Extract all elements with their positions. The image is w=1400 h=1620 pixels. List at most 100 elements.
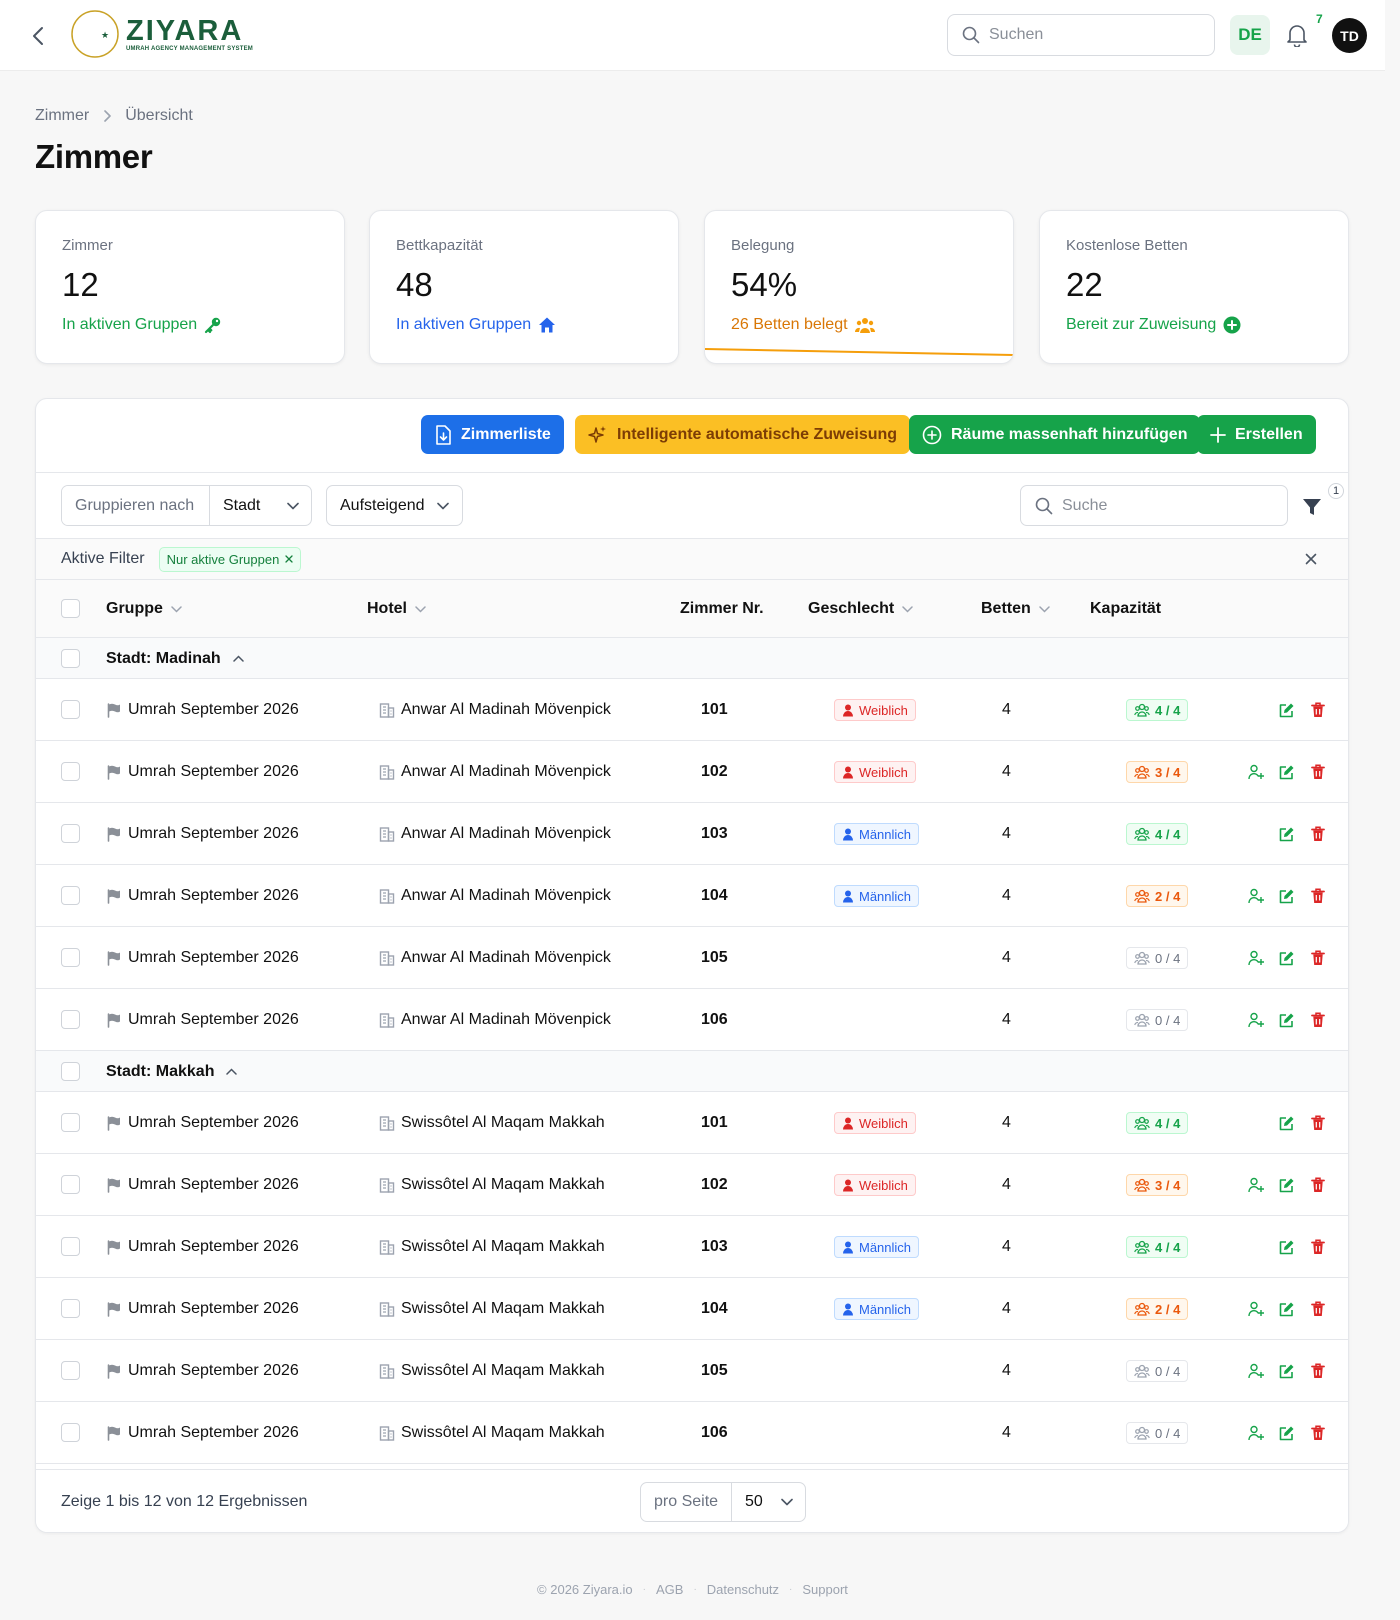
row-checkbox[interactable]: [61, 1299, 80, 1318]
edit-icon[interactable]: [1279, 826, 1295, 842]
delete-icon[interactable]: [1310, 702, 1326, 718]
delete-icon[interactable]: [1310, 1363, 1326, 1379]
search-icon: [1035, 497, 1053, 514]
chevron-down-icon: [1039, 605, 1050, 613]
group-checkbox[interactable]: [61, 649, 80, 668]
global-search-input[interactable]: [989, 26, 1189, 44]
table-search-input[interactable]: [1062, 496, 1272, 515]
breadcrumb-parent[interactable]: Zimmer: [35, 107, 89, 125]
assign-user-icon[interactable]: [1248, 1363, 1264, 1379]
table-search[interactable]: [1020, 485, 1288, 526]
app-logo[interactable]: ★ ZIYARA UMRAH AGENCY MANAGEMENT SYSTEM: [70, 9, 253, 59]
sort-order-select[interactable]: Aufsteigend: [326, 485, 463, 526]
footer-link-terms[interactable]: AGB: [656, 1582, 683, 1597]
row-checkbox[interactable]: [61, 948, 80, 967]
chevron-up-icon[interactable]: [232, 655, 244, 662]
column-header-group[interactable]: Gruppe: [106, 580, 182, 638]
cell-hotel: Swissôtel Al Maqam Makkah: [379, 1092, 605, 1154]
filter-button[interactable]: [1301, 495, 1325, 519]
room-list-button[interactable]: Zimmerliste: [421, 415, 564, 454]
bulk-add-rooms-button[interactable]: Räume massenhaft hinzufügen: [909, 415, 1201, 454]
assign-user-icon[interactable]: [1248, 1301, 1264, 1317]
cell-beds: 4: [1002, 1011, 1011, 1028]
edit-icon[interactable]: [1279, 888, 1295, 904]
edit-icon[interactable]: [1279, 950, 1295, 966]
table-row[interactable]: Umrah September 2026 Swissôtel Al Maqam M…: [36, 1278, 1348, 1340]
column-header-gender[interactable]: Geschlecht: [808, 580, 914, 638]
edit-icon[interactable]: [1279, 764, 1295, 780]
table-row[interactable]: Umrah September 2026 Swissôtel Al Maqam M…: [36, 1216, 1348, 1278]
delete-icon[interactable]: [1310, 826, 1326, 842]
remove-filter-icon[interactable]: [285, 555, 293, 563]
row-checkbox[interactable]: [61, 700, 80, 719]
language-switcher[interactable]: DE: [1230, 15, 1270, 55]
table-row[interactable]: Umrah September 2026 Anwar Al Madinah Möv…: [36, 927, 1348, 989]
clear-filters-button[interactable]: [1305, 551, 1321, 567]
footer-link-support[interactable]: Support: [802, 1582, 848, 1597]
assign-user-icon[interactable]: [1248, 888, 1264, 904]
column-header-hotel[interactable]: Hotel: [367, 580, 426, 638]
assign-user-icon[interactable]: [1248, 950, 1264, 966]
cell-hotel: Anwar Al Madinah Mövenpick: [379, 865, 611, 927]
table-row[interactable]: Umrah September 2026 Swissôtel Al Maqam M…: [36, 1154, 1348, 1216]
global-search[interactable]: [947, 14, 1215, 56]
table-row[interactable]: Umrah September 2026 Anwar Al Madinah Möv…: [36, 741, 1348, 803]
delete-icon[interactable]: [1310, 1425, 1326, 1441]
group-checkbox[interactable]: [61, 1062, 80, 1081]
row-checkbox[interactable]: [61, 762, 80, 781]
group-by-select[interactable]: Stadt: [210, 486, 311, 525]
row-checkbox[interactable]: [61, 824, 80, 843]
delete-icon[interactable]: [1310, 888, 1326, 904]
row-checkbox[interactable]: [61, 1237, 80, 1256]
cell-room-number: 105: [701, 1362, 728, 1379]
assign-user-icon[interactable]: [1248, 1425, 1264, 1441]
edit-icon[interactable]: [1279, 1177, 1295, 1193]
table-row[interactable]: Umrah September 2026 Anwar Al Madinah Möv…: [36, 679, 1348, 741]
delete-icon[interactable]: [1310, 950, 1326, 966]
row-checkbox[interactable]: [61, 1423, 80, 1442]
select-all-checkbox[interactable]: [61, 599, 80, 618]
group-row[interactable]: Stadt: Madinah: [36, 638, 1348, 679]
assign-user-icon[interactable]: [1248, 1012, 1264, 1028]
delete-icon[interactable]: [1310, 1115, 1326, 1131]
assign-user-icon[interactable]: [1248, 764, 1264, 780]
delete-icon[interactable]: [1310, 1239, 1326, 1255]
row-checkbox[interactable]: [61, 1113, 80, 1132]
row-checkbox[interactable]: [61, 886, 80, 905]
table-row[interactable]: Umrah September 2026 Anwar Al Madinah Möv…: [36, 803, 1348, 865]
row-checkbox[interactable]: [61, 1010, 80, 1029]
table-row[interactable]: Umrah September 2026 Anwar Al Madinah Möv…: [36, 865, 1348, 927]
group-row[interactable]: Stadt: Makkah: [36, 1051, 1348, 1092]
footer-link-privacy[interactable]: Datenschutz: [707, 1582, 779, 1597]
create-button[interactable]: Erstellen: [1197, 415, 1316, 454]
delete-icon[interactable]: [1310, 1012, 1326, 1028]
users-icon: [854, 318, 875, 333]
cell-gender: Männlich: [834, 1216, 920, 1278]
edit-icon[interactable]: [1279, 1363, 1295, 1379]
edit-icon[interactable]: [1279, 1301, 1295, 1317]
edit-icon[interactable]: [1279, 1239, 1295, 1255]
user-avatar[interactable]: TD: [1332, 18, 1367, 53]
chevron-up-icon[interactable]: [226, 1068, 238, 1075]
table-row[interactable]: Umrah September 2026 Swissôtel Al Maqam M…: [36, 1402, 1348, 1464]
back-button[interactable]: [26, 22, 50, 50]
table-row[interactable]: Umrah September 2026 Swissôtel Al Maqam M…: [36, 1340, 1348, 1402]
table-row[interactable]: Umrah September 2026 Swissôtel Al Maqam M…: [36, 1092, 1348, 1154]
plus-circle-icon: [1223, 316, 1241, 334]
per-page-select[interactable]: 50: [732, 1483, 805, 1521]
delete-icon[interactable]: [1310, 1301, 1326, 1317]
table-row[interactable]: Umrah September 2026 Anwar Al Madinah Möv…: [36, 989, 1348, 1051]
row-checkbox[interactable]: [61, 1361, 80, 1380]
edit-icon[interactable]: [1279, 1012, 1295, 1028]
notifications-button[interactable]: [1286, 20, 1314, 50]
assign-user-icon[interactable]: [1248, 1177, 1264, 1193]
delete-icon[interactable]: [1310, 764, 1326, 780]
delete-icon[interactable]: [1310, 1177, 1326, 1193]
column-header-beds[interactable]: Betten: [981, 580, 1050, 638]
row-checkbox[interactable]: [61, 1175, 80, 1194]
edit-icon[interactable]: [1279, 1115, 1295, 1131]
auto-assign-button[interactable]: Intelligente automatische Zuweisung: [575, 415, 911, 454]
edit-icon[interactable]: [1279, 702, 1295, 718]
column-header-room-no: Zimmer Nr.: [680, 600, 764, 617]
edit-icon[interactable]: [1279, 1425, 1295, 1441]
